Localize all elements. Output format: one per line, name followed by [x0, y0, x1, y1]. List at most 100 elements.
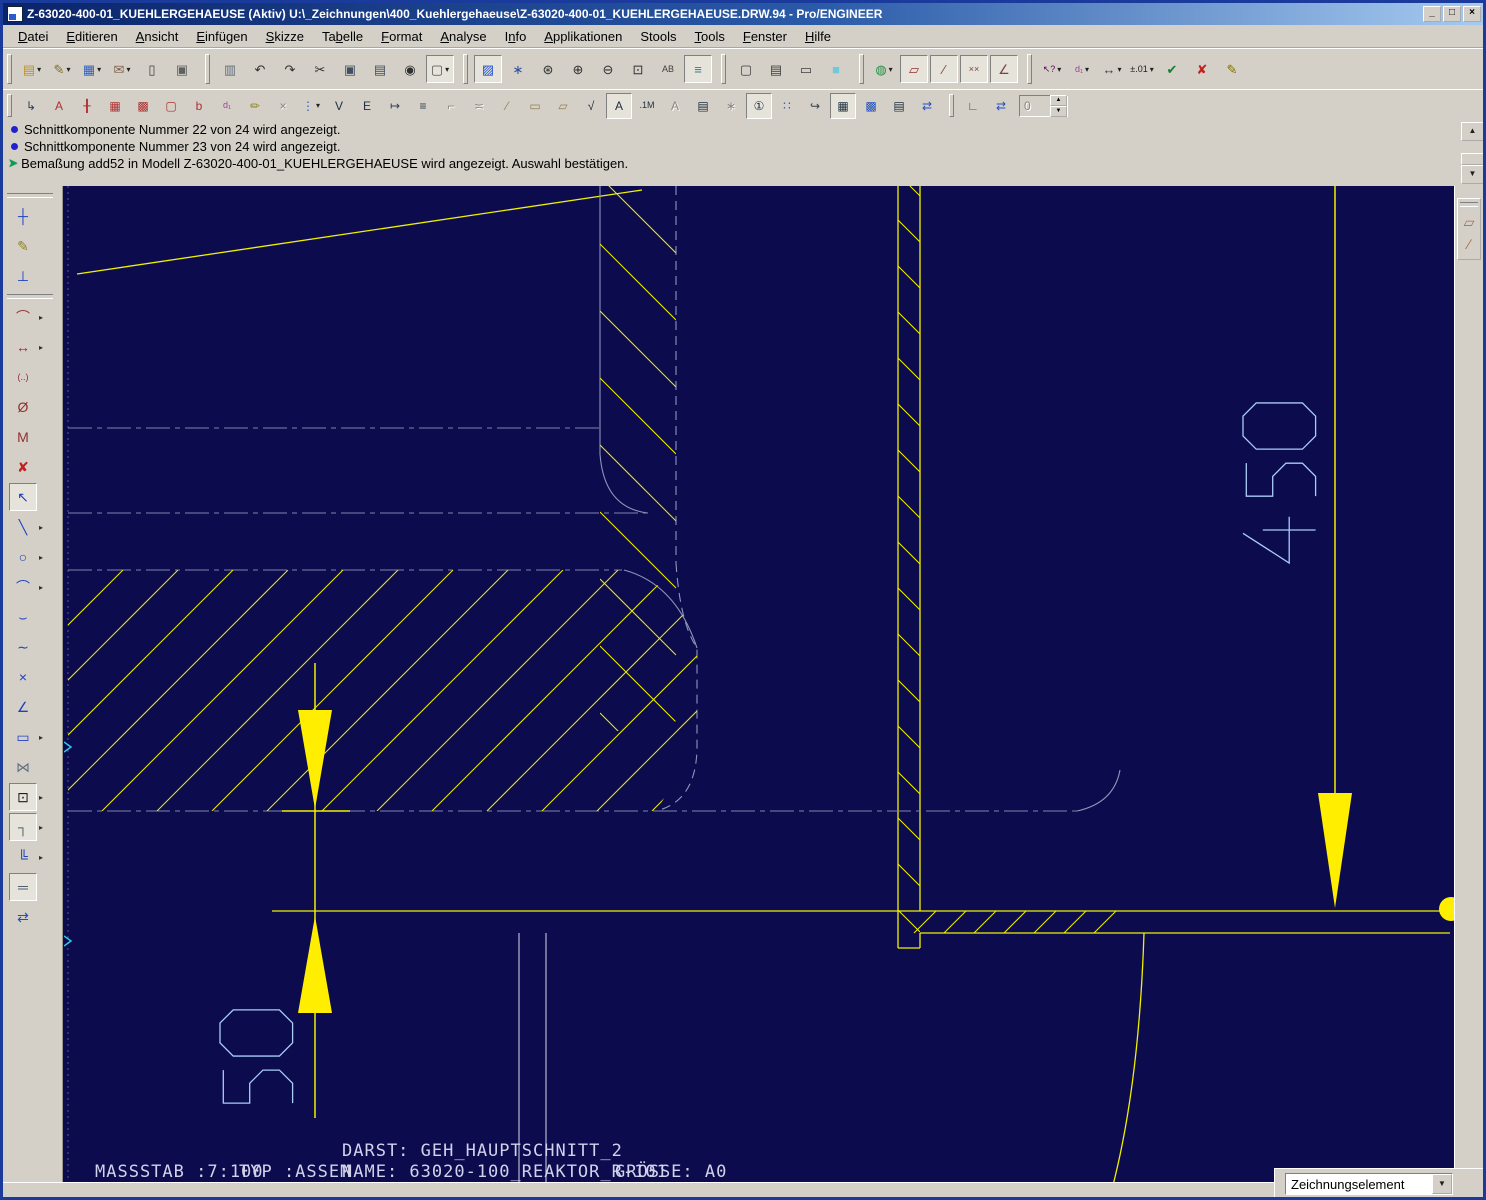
message-scrollbar[interactable]: ▲ ▼	[1461, 122, 1483, 184]
ruler-button-dropdown[interactable]: ▾	[1117, 65, 1121, 74]
menu-applikationen[interactable]: Applikationen	[535, 27, 631, 46]
context-help-button[interactable]: ↖? ▾	[1038, 55, 1066, 83]
paste-button[interactable]: ▤	[366, 55, 394, 83]
update-sheets-button[interactable]: ⇄	[988, 93, 1014, 119]
menu-format[interactable]: Format	[372, 27, 431, 46]
open-button[interactable]: ▤ ▾	[18, 55, 46, 83]
point-button[interactable]: ×	[9, 663, 37, 691]
balloon-button[interactable]: b	[186, 93, 212, 119]
flag-note-button[interactable]: A	[606, 92, 632, 119]
toolbar-grip[interactable]	[859, 54, 864, 84]
linear-dimension-button[interactable]: ↔	[9, 333, 37, 361]
table-lines-button[interactable]: ≡	[410, 93, 436, 119]
symbol-library-button[interactable]: ▱	[550, 93, 576, 119]
select-button[interactable]: ↖	[9, 483, 37, 511]
delete-dimension-button[interactable]: ✘	[9, 453, 37, 481]
orient-button[interactable]: ◍ ▾	[870, 55, 898, 83]
maximize-button[interactable]: □	[1443, 6, 1461, 22]
select-rect-button-dropdown[interactable]: ▾	[445, 65, 449, 74]
edit-sketch-button[interactable]: ✎	[1218, 55, 1246, 83]
spinner-down-icon[interactable]: ▼	[1050, 105, 1067, 117]
copy-button[interactable]: ▣	[336, 55, 364, 83]
snap-lines-button[interactable]: ⋮ ▾	[298, 93, 324, 119]
clip-view-button[interactable]: ▢	[158, 93, 184, 119]
menu-editieren[interactable]: Editieren	[57, 27, 126, 46]
table-button[interactable]: ▦	[830, 92, 856, 119]
rename-button[interactable]: AB	[654, 55, 682, 83]
cut-button[interactable]: ✂	[306, 55, 334, 83]
axis-display-icon[interactable]: ∕	[1458, 233, 1480, 255]
edge-button-flyout[interactable]: ▸	[39, 733, 43, 742]
dimension-format-button[interactable]: ═	[9, 873, 37, 901]
cancel-button[interactable]: ✘	[1188, 55, 1216, 83]
undo-button[interactable]: ↶	[246, 55, 274, 83]
zoom-out-button[interactable]: ⊖	[594, 55, 622, 83]
refit-button[interactable]: ⊛	[534, 55, 562, 83]
menu-stools[interactable]: Stools	[631, 27, 685, 46]
tolerance-button-dropdown[interactable]: ▾	[1150, 65, 1154, 74]
note-style-button[interactable]: ▭	[522, 93, 548, 119]
select-box-button[interactable]: ⊡	[9, 783, 37, 811]
corner-trim-button[interactable]: ┐	[9, 813, 37, 841]
select-box-button-flyout[interactable]: ▸	[39, 793, 43, 802]
toolbar-grip[interactable]	[7, 193, 53, 198]
table-display-button[interactable]: ▤	[886, 93, 912, 119]
open-button-dropdown[interactable]: ▾	[37, 65, 41, 74]
modify-button-dropdown[interactable]: ▾	[66, 65, 70, 74]
toolbar-grip[interactable]	[1027, 54, 1032, 84]
toolbar-grip[interactable]	[721, 54, 726, 84]
chevron-down-icon[interactable]: ▼	[1432, 1174, 1452, 1194]
sketch-tool-button[interactable]: ✎	[9, 232, 37, 260]
layers-button[interactable]: ≡	[684, 55, 712, 83]
check-note-button[interactable]: √	[578, 93, 604, 119]
orient-button-dropdown[interactable]: ▾	[889, 65, 893, 74]
delete-table-button[interactable]: ▩	[858, 93, 884, 119]
fillet-button[interactable]: ⌣	[9, 603, 37, 631]
plane-display-icon[interactable]: ▱	[1458, 211, 1480, 233]
mail-button[interactable]: ✉ ▾	[108, 55, 136, 83]
offset-button-flyout[interactable]: ▸	[39, 853, 43, 862]
zoom-in-button[interactable]: ⊕	[564, 55, 592, 83]
menu-info[interactable]: Info	[496, 27, 536, 46]
circle-button[interactable]: ○	[9, 543, 37, 571]
ruler-button[interactable]: ↔ ▾	[1098, 55, 1126, 83]
context-help-button-dropdown[interactable]: ▾	[1057, 65, 1061, 74]
fill-area2-button[interactable]: ▩	[130, 93, 156, 119]
report-button[interactable]: ▤	[690, 93, 716, 119]
lock-view-button[interactable]: ↦	[382, 93, 408, 119]
minimize-button[interactable]: _	[1423, 6, 1441, 22]
toolbar-grip[interactable]	[949, 93, 954, 118]
create-dimension-button[interactable]: d₁	[214, 93, 240, 119]
shaded-button[interactable]: ■	[822, 55, 850, 83]
update-sketch-button[interactable]: ⇄	[9, 903, 37, 931]
datum-axes-toggle[interactable]: ∕	[930, 55, 958, 83]
sheet-number-spinner[interactable]: 0 ▲ ▼	[1019, 94, 1068, 117]
cleanup-dimensions-button[interactable]: ✏	[242, 93, 268, 119]
toolbar-grip[interactable]	[7, 54, 12, 84]
scroll-down-icon[interactable]: ▼	[1461, 165, 1483, 184]
title-bar[interactable]: Z-63020-400-01_KUEHLERGEHAEUSE (Aktiv) U…	[3, 3, 1483, 25]
dimension-display-button-dropdown[interactable]: ▾	[1085, 65, 1089, 74]
dimension-display-button[interactable]: d₁ ▾	[1068, 55, 1096, 83]
selection-filter-dropdown[interactable]: Zeichnungselement ▼	[1285, 1173, 1453, 1195]
snap-lines-button-dropdown[interactable]: ▾	[316, 101, 320, 110]
csys-toggle[interactable]: ∠	[990, 55, 1018, 83]
find-balloon-button[interactable]: ①	[746, 92, 772, 119]
perimeter-dimension-button-flyout[interactable]: ▸	[39, 313, 43, 322]
chamfer-button[interactable]: ∠	[9, 693, 37, 721]
evaluate-button[interactable]: E	[354, 93, 380, 119]
save-button[interactable]: ▦ ▾	[78, 55, 106, 83]
menu-datei[interactable]: Datei	[9, 27, 57, 46]
mail-button-dropdown[interactable]: ▾	[126, 65, 130, 74]
datum-points-toggle[interactable]: ××	[960, 55, 988, 83]
menu-analyse[interactable]: Analyse	[431, 27, 495, 46]
redo-button[interactable]: ↷	[276, 55, 304, 83]
repaint-button[interactable]: ▨	[474, 55, 502, 83]
verify-button[interactable]: V	[326, 93, 352, 119]
no-hidden-button[interactable]: ▭	[792, 55, 820, 83]
paste-special-button[interactable]: ▥	[216, 55, 244, 83]
drawing-canvas[interactable]: DARST: GEH_HAUPTSCHNITT_2 MASSSTAB :7:10…	[63, 186, 1458, 1189]
insert-view-button[interactable]: ↳	[18, 93, 44, 119]
find-button[interactable]: ◉	[396, 55, 424, 83]
spinner-up-icon[interactable]: ▲	[1050, 94, 1067, 106]
